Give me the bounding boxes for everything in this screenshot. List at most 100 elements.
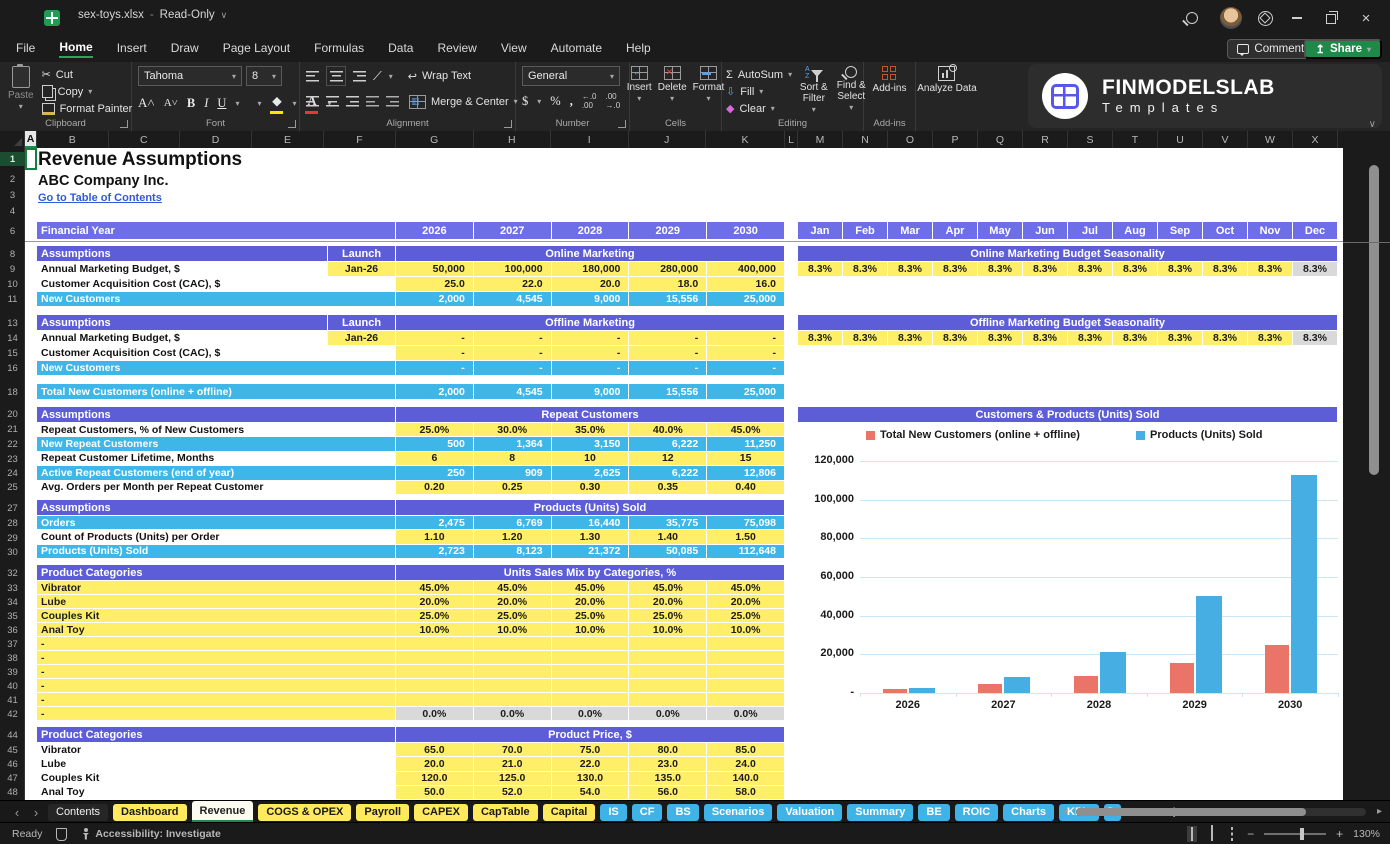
tab-scroll-left-icon[interactable]: ‹ (10, 805, 24, 820)
value-cell[interactable]: 2,000 (396, 384, 474, 399)
delete-cells-button[interactable]: ✕Delete▾ (658, 66, 687, 104)
select-all-corner[interactable] (0, 131, 25, 148)
value-cell[interactable] (396, 637, 474, 650)
row-header-44[interactable]: 44 (0, 728, 25, 742)
row-header-45[interactable]: 45 (0, 743, 25, 757)
column-header-V[interactable]: V (1203, 131, 1248, 148)
sheet-tab-charts[interactable]: Charts (1003, 804, 1054, 821)
value-cell[interactable]: 25.0% (396, 609, 474, 622)
share-button[interactable]: ↥ Share ▾ (1304, 39, 1382, 59)
value-cell[interactable]: 100,000 (474, 262, 552, 276)
value-cell[interactable]: - (552, 361, 630, 375)
sheet-tab-bs[interactable]: BS (667, 804, 698, 821)
column-header-Q[interactable]: Q (978, 131, 1023, 148)
value-cell[interactable]: 9,000 (552, 292, 630, 306)
menu-data[interactable]: Data (388, 41, 413, 57)
value-cell[interactable]: 40.0% (629, 423, 707, 436)
section-title-header[interactable]: Repeat Customers (396, 407, 785, 422)
seasonality-cell[interactable]: 8.3% (978, 262, 1023, 276)
sort-filter-button[interactable]: AZ Sort & Filter▾ (798, 66, 829, 117)
align-left-icon[interactable] (306, 96, 319, 107)
seasonality-cell[interactable]: 8.3% (1293, 262, 1338, 276)
file-mode[interactable]: Read-Only (160, 9, 215, 21)
tab-scroll-right-icon[interactable]: › (29, 805, 43, 820)
row-header-2[interactable]: 2 (0, 172, 25, 186)
month-header[interactable]: Jun (1023, 222, 1068, 239)
row-label[interactable]: - (37, 707, 396, 720)
column-header-E[interactable]: E (252, 131, 324, 148)
month-header[interactable]: Oct (1203, 222, 1248, 239)
month-header[interactable]: Apr (933, 222, 978, 239)
value-cell[interactable]: 120.0 (396, 772, 474, 785)
year-header[interactable]: 2029 (629, 222, 707, 239)
value-cell[interactable] (552, 665, 630, 678)
row-header-36[interactable]: 36 (0, 623, 25, 637)
column-header-W[interactable]: W (1248, 131, 1293, 148)
search-button[interactable] (1179, 6, 1205, 30)
row-header-1[interactable]: 1 (0, 152, 25, 166)
value-cell[interactable]: 1,364 (474, 437, 552, 450)
value-cell[interactable]: 10.0% (629, 623, 707, 636)
value-cell[interactable]: 16,440 (552, 516, 630, 529)
font-size-select[interactable]: 8▾ (246, 66, 282, 86)
month-header[interactable]: Sep (1158, 222, 1203, 239)
month-header[interactable]: Aug (1113, 222, 1158, 239)
row-header-22[interactable]: 22 (0, 437, 25, 451)
row-label[interactable]: - (37, 651, 396, 664)
percent-format-button[interactable]: % (550, 94, 560, 109)
value-cell[interactable]: 25.0% (552, 609, 630, 622)
row-label[interactable]: Avg. Orders per Month per Repeat Custome… (37, 481, 396, 494)
value-cell[interactable]: - (552, 331, 630, 345)
value-cell[interactable]: 58.0 (707, 786, 785, 799)
row-header-28[interactable]: 28 (0, 516, 25, 530)
value-cell[interactable]: 20.0 (552, 277, 630, 291)
value-cell[interactable] (474, 651, 552, 664)
value-cell[interactable]: 12,806 (707, 466, 785, 479)
value-cell[interactable]: 22.0 (552, 757, 630, 770)
scroll-right-icon[interactable]: ▸ (1377, 806, 1382, 817)
value-cell[interactable] (474, 637, 552, 650)
row-label[interactable]: Customer Acquisition Cost (CAC), $ (37, 346, 328, 360)
value-cell[interactable] (474, 679, 552, 692)
row-header-46[interactable]: 46 (0, 757, 25, 771)
grow-font-button[interactable]: A˄ (138, 95, 155, 111)
menu-draw[interactable]: Draw (171, 41, 199, 57)
seasonality-cell[interactable]: 8.3% (1248, 331, 1293, 345)
row-header-14[interactable]: 14 (0, 331, 25, 345)
value-cell[interactable]: - (707, 361, 785, 375)
row-header-48[interactable]: 48 (0, 785, 25, 799)
row-header-38[interactable]: 38 (0, 651, 25, 665)
value-cell[interactable]: 1.20 (474, 530, 552, 543)
row-header-34[interactable]: 34 (0, 595, 25, 609)
zoom-slider[interactable] (1264, 833, 1326, 835)
column-header-T[interactable]: T (1113, 131, 1158, 148)
value-cell[interactable]: 0.0% (474, 707, 552, 720)
row-header-25[interactable]: 25 (0, 480, 25, 494)
value-cell[interactable]: 45.0% (629, 581, 707, 594)
column-header-S[interactable]: S (1068, 131, 1113, 148)
dialog-launcher-icon[interactable] (504, 120, 512, 128)
value-cell[interactable]: 50,000 (396, 262, 474, 276)
value-cell[interactable]: 6,222 (629, 437, 707, 450)
zoom-slider-thumb[interactable] (1300, 828, 1304, 840)
row-header-47[interactable]: 47 (0, 771, 25, 785)
row-header-21[interactable]: 21 (0, 422, 25, 436)
row-header-23[interactable]: 23 (0, 452, 25, 466)
value-cell[interactable]: 25.0% (474, 609, 552, 622)
value-cell[interactable] (629, 637, 707, 650)
value-cell[interactable]: 0.20 (396, 481, 474, 494)
align-center-icon[interactable] (326, 96, 339, 107)
value-cell[interactable]: - (396, 361, 474, 375)
seasonality-cell[interactable]: 8.3% (933, 331, 978, 345)
seasonality-cell[interactable]: 8.3% (798, 262, 843, 276)
row-header-8[interactable]: 8 (0, 247, 25, 261)
row-label[interactable]: Count of Products (Units) per Order (37, 530, 396, 543)
sheet-tab-is[interactable]: IS (600, 804, 626, 821)
value-cell[interactable]: 20.0% (552, 595, 630, 608)
seasonality-cell[interactable]: 8.3% (1158, 262, 1203, 276)
format-cells-button[interactable]: ▬Format▾ (693, 66, 725, 104)
collapse-ribbon-icon[interactable]: ∨ (1369, 119, 1376, 130)
menu-formulas[interactable]: Formulas (314, 41, 364, 57)
value-cell[interactable]: 130.0 (552, 772, 630, 785)
row-header-30[interactable]: 30 (0, 545, 25, 559)
